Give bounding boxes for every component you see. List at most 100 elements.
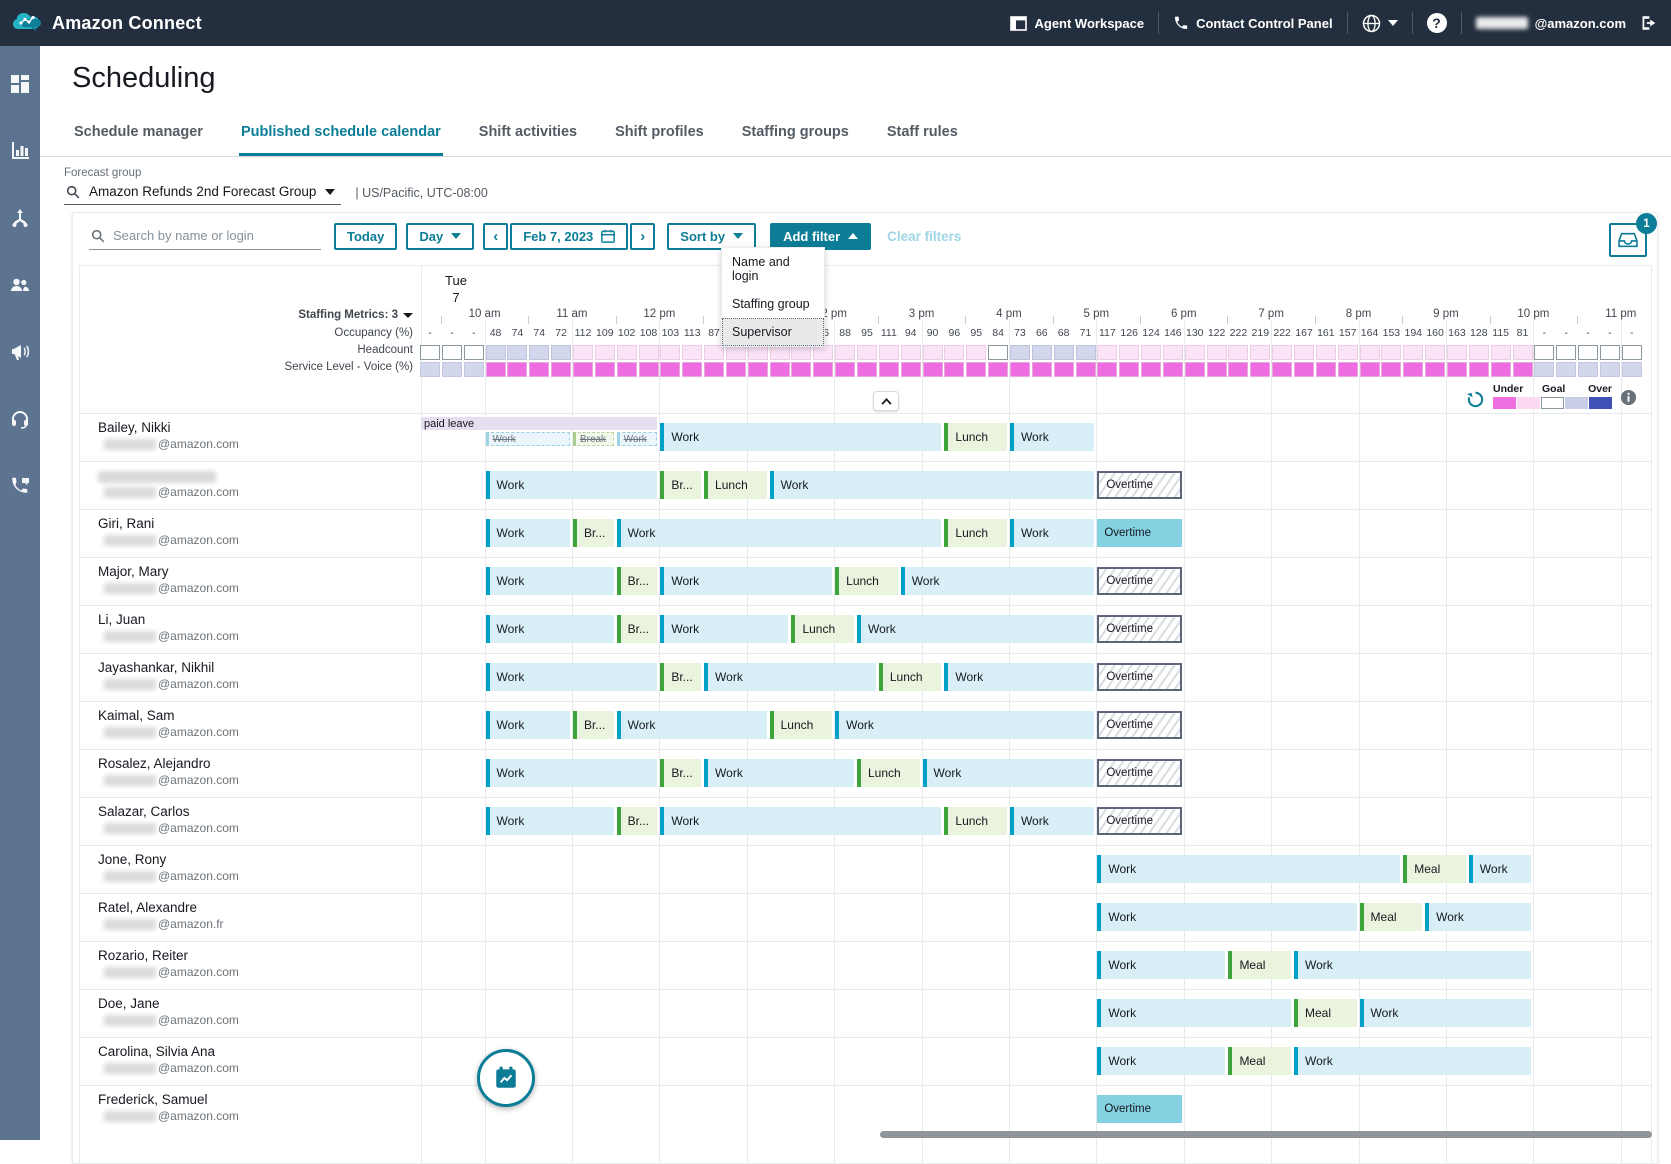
shift-bar-work[interactable]: Work (617, 711, 767, 739)
shift-bar-break[interactable]: Br... (617, 567, 658, 595)
shift-bar-work[interactable]: Work (486, 807, 614, 835)
shift-bar-work[interactable]: Work (486, 519, 570, 547)
shift-bar-work[interactable]: Work (704, 759, 854, 787)
shift-bar-work[interactable]: Work (1425, 903, 1531, 931)
brand[interactable]: Amazon Connect (12, 9, 202, 37)
agent-support-icon[interactable] (10, 409, 30, 429)
shift-bar-work[interactable]: Work (857, 615, 1094, 643)
shift-bar-break[interactable]: Lunch (879, 663, 942, 691)
announcements-icon[interactable] (10, 342, 30, 362)
shift-bar-break[interactable]: Br... (617, 807, 658, 835)
shift-bar-break[interactable]: Lunch (944, 807, 1007, 835)
search-box[interactable] (89, 223, 321, 250)
shift-bar-work[interactable]: Work (486, 615, 614, 643)
dashboard-icon[interactable] (10, 74, 30, 94)
shift-bar-break[interactable]: Lunch (704, 471, 767, 499)
shift-bar-work[interactable]: Work (486, 663, 658, 691)
shift-bar-work[interactable]: Work (1294, 1047, 1531, 1075)
shift-bar-overtime[interactable]: Overtime (1097, 615, 1181, 643)
shift-bar-break[interactable]: Br... (573, 711, 614, 739)
filter-menu-item-name-and-login[interactable]: Name and login (722, 248, 824, 290)
help-button[interactable]: ? (1427, 13, 1447, 33)
view-mode-select[interactable]: Day (406, 223, 474, 250)
shift-bar-work[interactable]: Work (660, 615, 788, 643)
add-filter-button[interactable]: Add filter (770, 223, 871, 250)
contact-control-panel-link[interactable]: Contact Control Panel (1173, 15, 1333, 31)
shift-bar-break[interactable]: Meal (1360, 903, 1423, 931)
shift-bar-overtime-approved[interactable]: Overtime (1097, 519, 1181, 547)
collapse-metrics-button[interactable] (873, 391, 899, 411)
shift-bar-break[interactable]: Meal (1228, 1047, 1291, 1075)
users-icon[interactable] (10, 275, 30, 295)
shift-bar-work[interactable]: Work (704, 663, 876, 691)
shift-bar-work-cancelled[interactable]: Work (617, 432, 658, 446)
shift-bar-work[interactable]: Work (660, 423, 941, 451)
horizontal-scrollbar[interactable] (880, 1131, 1652, 1138)
shift-bar-work[interactable]: Work (923, 759, 1095, 787)
shift-bar-overtime[interactable]: Overtime (1097, 567, 1181, 595)
shift-bar-break-cancelled[interactable]: Break (573, 432, 614, 446)
shift-bar-break[interactable]: Lunch (944, 519, 1007, 547)
tab-schedule-manager[interactable]: Schedule manager (72, 124, 205, 156)
shift-bar-work[interactable]: Work (486, 759, 658, 787)
refresh-icon[interactable] (1466, 390, 1485, 409)
shift-bar-break[interactable]: Br... (660, 663, 701, 691)
shift-bar-work[interactable]: Work (660, 807, 941, 835)
shift-bar-work[interactable]: Work (1097, 999, 1291, 1027)
shift-bar-work[interactable]: Work (1360, 999, 1532, 1027)
shift-bar-break[interactable]: Meal (1403, 855, 1466, 883)
shift-bar-break[interactable]: Br... (573, 519, 614, 547)
shift-bar-work[interactable]: Work (1097, 855, 1400, 883)
shift-bar-break[interactable]: Br... (617, 615, 658, 643)
clear-filters-button[interactable]: Clear filters (887, 229, 961, 244)
shift-bar-overtime-approved[interactable]: Overtime (1097, 1095, 1181, 1123)
shift-bar-work[interactable]: Work (660, 567, 832, 595)
shift-bar-overtime[interactable]: Overtime (1097, 807, 1181, 835)
tab-staffing-groups[interactable]: Staffing groups (740, 124, 851, 156)
tab-shift-profiles[interactable]: Shift profiles (613, 124, 706, 156)
shift-bar-break[interactable]: Lunch (944, 423, 1007, 451)
routing-icon[interactable] (10, 208, 30, 228)
shift-bar-work[interactable]: Work (1469, 855, 1532, 883)
shift-bar-work[interactable]: Work (1294, 951, 1531, 979)
shift-bar-break[interactable]: Meal (1294, 999, 1357, 1027)
shift-bar-work[interactable]: Work (944, 663, 1094, 691)
previous-day-button[interactable]: ‹ (483, 223, 508, 250)
metrics-icon[interactable] (10, 141, 30, 161)
notifications-inbox-button[interactable]: 1 (1609, 223, 1647, 257)
search-input[interactable] (111, 227, 315, 244)
shift-bar-break[interactable]: Br... (660, 759, 701, 787)
shift-bar-work[interactable]: Work (1097, 903, 1356, 931)
contact-phone-icon[interactable] (10, 476, 30, 496)
shift-bar-work[interactable]: Work (486, 471, 658, 499)
forecast-group-select[interactable]: Amazon Refunds 2nd Forecast Group (64, 181, 341, 205)
shift-bar-break[interactable]: Meal (1228, 951, 1291, 979)
filter-menu-item-staffing-group[interactable]: Staffing group (722, 290, 824, 318)
tab-published-schedule-calendar[interactable]: Published schedule calendar (239, 124, 443, 156)
shift-bar-paid-leave[interactable]: paid leave (421, 417, 657, 430)
shift-bar-work[interactable]: Work (486, 567, 614, 595)
shift-bar-break[interactable]: Lunch (857, 759, 920, 787)
staffing-metrics-toggle[interactable]: Staffing Metrics: 3 (113, 309, 413, 321)
shift-bar-overtime[interactable]: Overtime (1097, 663, 1181, 691)
schedule-insights-fab[interactable] (477, 1049, 535, 1107)
language-selector[interactable] (1362, 14, 1398, 33)
shift-bar-work[interactable]: Work (770, 471, 1095, 499)
filter-menu-item-supervisor[interactable]: Supervisor (722, 318, 824, 346)
sort-by-select[interactable]: Sort by (667, 223, 756, 250)
shift-bar-break[interactable]: Lunch (770, 711, 833, 739)
shift-bar-work[interactable]: Work (486, 711, 570, 739)
shift-bar-break[interactable]: Br... (660, 471, 701, 499)
shift-bar-break[interactable]: Lunch (791, 615, 854, 643)
shift-bar-work[interactable]: Work (1097, 951, 1225, 979)
tab-shift-activities[interactable]: Shift activities (477, 124, 579, 156)
shift-bar-work[interactable]: Work (901, 567, 1095, 595)
date-picker[interactable]: Feb 7, 2023 (510, 223, 628, 250)
shift-bar-break[interactable]: Lunch (835, 567, 898, 595)
shift-bar-work-cancelled[interactable]: Work (486, 432, 570, 446)
shift-bar-work[interactable]: Work (835, 711, 1094, 739)
agent-workspace-link[interactable]: Agent Workspace (1010, 16, 1144, 31)
shift-bar-work[interactable]: Work (617, 519, 942, 547)
next-day-button[interactable]: › (630, 223, 655, 250)
shift-bar-overtime[interactable]: Overtime (1097, 471, 1181, 499)
